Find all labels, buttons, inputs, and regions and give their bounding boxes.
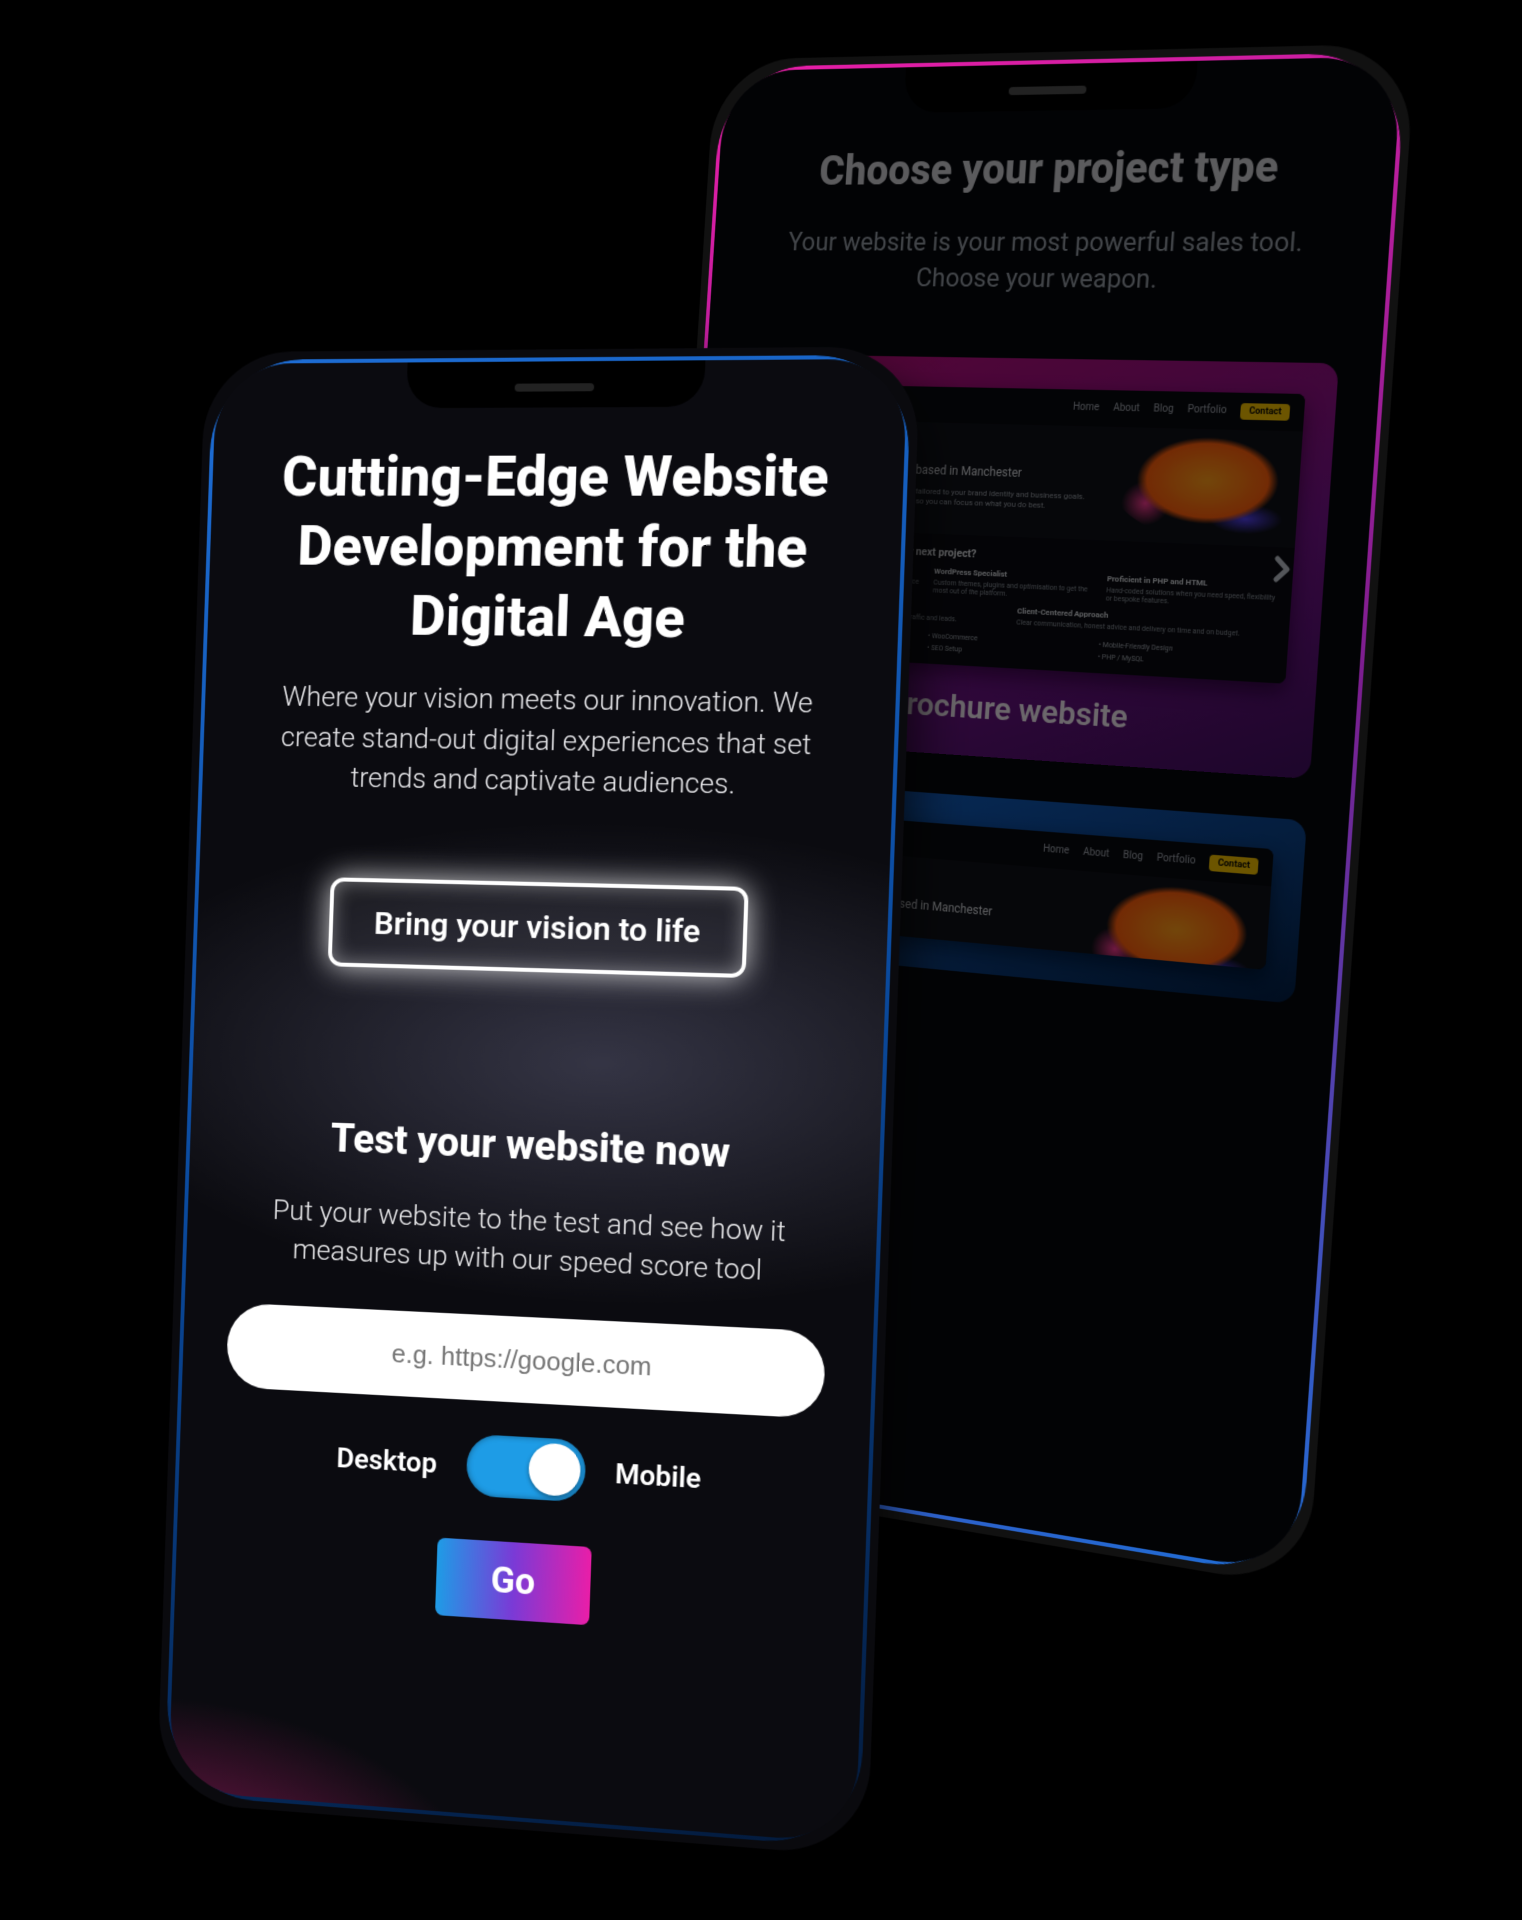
preview-nav: Home About Blog Portfolio Contact [1072,399,1290,420]
project-type-subtitle: Your website is your most powerful sales… [747,224,1349,300]
front-screen: Cutting-Edge Website Development for the… [168,359,907,1844]
device-toggle[interactable] [465,1434,586,1503]
cta-button[interactable]: Bring your vision to life [328,877,749,978]
phone-notch [903,61,1197,113]
phone-mockup-front: Cutting-Edge Website Development for the… [156,346,920,1857]
chevron-right-icon[interactable] [1252,540,1312,598]
test-section-heading: Test your website now [234,1111,833,1181]
url-input[interactable] [226,1303,826,1419]
test-section-subtitle: Put your website to the test and see how… [230,1188,830,1293]
go-button[interactable]: Go [435,1538,593,1626]
toggle-label-left: Desktop [336,1441,437,1479]
hero-subtitle: Where your vision meets our innovation. … [246,677,849,808]
phone-notch [406,360,705,408]
toggle-knob [528,1442,581,1497]
hero-title: Cutting-Edge Website Development for the… [251,441,858,655]
toggle-label-right: Mobile [614,1457,701,1495]
project-type-heading: Choose your project type [753,141,1354,196]
